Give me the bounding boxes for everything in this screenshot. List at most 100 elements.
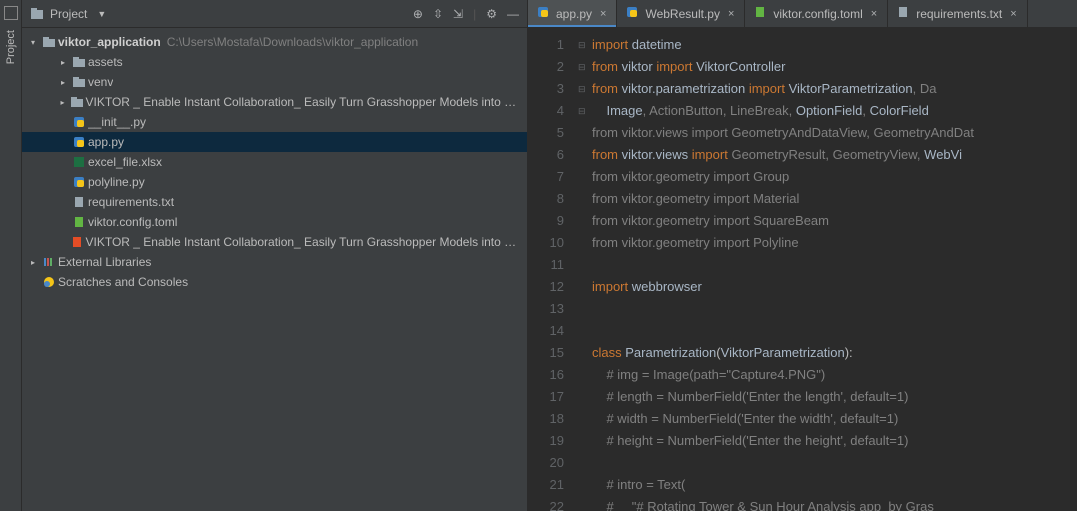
code-line[interactable]: from viktor import ViktorController	[592, 56, 1077, 78]
fold-marker[interactable]: ⊟	[578, 56, 592, 78]
line-number: 15	[528, 342, 564, 364]
divider: |	[473, 7, 476, 21]
project-tool-button[interactable]: Project	[5, 26, 17, 68]
tree-item[interactable]: ▸venv	[22, 72, 527, 92]
close-icon[interactable]: ×	[598, 8, 608, 20]
code-line[interactable]: from viktor.parametrization import Vikto…	[592, 78, 1077, 100]
code-line[interactable]: class Parametrization(ViktorParametrizat…	[592, 342, 1077, 364]
code-line[interactable]	[592, 298, 1077, 320]
editor-tab[interactable]: app.py×	[528, 0, 617, 27]
tab-label: viktor.config.toml	[773, 7, 862, 21]
code-line[interactable]: from viktor.geometry import SquareBeam	[592, 210, 1077, 232]
tree-item[interactable]: __init__.py	[22, 112, 527, 132]
editor-tab[interactable]: viktor.config.toml ×	[745, 0, 888, 27]
fold-marker[interactable]: ⊟	[578, 34, 592, 56]
project-view-label: Project	[50, 7, 87, 21]
close-icon[interactable]: ×	[726, 8, 736, 20]
code-content[interactable]: import datetimefrom viktor import Viktor…	[592, 28, 1077, 511]
line-number: 13	[528, 298, 564, 320]
tree-item[interactable]: viktor.config.toml	[22, 212, 527, 232]
tree-item[interactable]: VIKTOR _ Enable Instant Collaboration_ E…	[22, 232, 527, 252]
line-number: 17	[528, 386, 564, 408]
code-line[interactable]: from viktor.geometry import Group	[592, 166, 1077, 188]
tree-item[interactable]: Scratches and Consoles	[22, 272, 527, 292]
chevron-right-icon: ▸	[56, 78, 70, 87]
line-gutter: 12345678910111213141516171819202122	[528, 28, 578, 511]
code-line[interactable]: # "# Rotating Tower & Sun Hour Analysis …	[592, 496, 1077, 511]
line-number: 11	[528, 254, 564, 276]
collapse-all-icon[interactable]: ⇲	[453, 7, 463, 21]
line-number: 12	[528, 276, 564, 298]
expand-all-icon[interactable]: ⇳	[433, 7, 443, 21]
tree-item[interactable]: ▸ External Libraries	[22, 252, 527, 272]
py-icon	[70, 115, 88, 129]
code-line[interactable]: import webbrowser	[592, 276, 1077, 298]
line-number: 7	[528, 166, 564, 188]
tree-item-label: requirements.txt	[88, 195, 174, 209]
editor-tab[interactable]: WebResult.py×	[617, 0, 745, 27]
editor-tabs: app.py×WebResult.py×viktor.config.toml×r…	[528, 0, 1077, 28]
close-icon[interactable]: ×	[869, 8, 879, 20]
line-number: 18	[528, 408, 564, 430]
tool-window-rail: Project	[0, 0, 22, 511]
code-line[interactable]	[592, 452, 1077, 474]
tree-item-label: assets	[88, 55, 123, 69]
tree-item[interactable]: requirements.txt	[22, 192, 527, 212]
fold-marker[interactable]: ⊟	[578, 78, 592, 100]
gear-icon[interactable]: ⚙	[486, 7, 497, 21]
tree-item[interactable]: ▸assets	[22, 52, 527, 72]
toml-icon	[70, 215, 88, 229]
tree-item[interactable]: polyline.py	[22, 172, 527, 192]
hide-panel-icon[interactable]: —	[507, 7, 519, 21]
chevron-down-icon: ▾	[26, 38, 40, 47]
code-line[interactable]: from viktor.views import GeometryResult,…	[592, 144, 1077, 166]
py-icon	[70, 135, 88, 149]
chevron-right-icon: ▸	[26, 258, 40, 267]
code-line[interactable]: # height = NumberField('Enter the height…	[592, 430, 1077, 452]
project-view-selector[interactable]: Project ▼	[30, 7, 106, 21]
tree-item-label: External Libraries	[58, 255, 151, 269]
select-opened-file-icon[interactable]: ⊕	[413, 7, 423, 21]
fold-marker[interactable]: ⊟	[578, 100, 592, 122]
line-number: 1	[528, 34, 564, 56]
tree-root[interactable]: ▾viktor_applicationC:\Users\Mostafa\Down…	[22, 32, 527, 52]
code-line[interactable]	[592, 254, 1077, 276]
code-line[interactable]: # intro = Text(	[592, 474, 1077, 496]
line-number: 6	[528, 144, 564, 166]
code-line[interactable]	[592, 320, 1077, 342]
folder-icon	[70, 55, 88, 69]
line-number: 22	[528, 496, 564, 511]
line-number: 8	[528, 188, 564, 210]
tree-item-label: VIKTOR _ Enable Instant Collaboration_ E…	[85, 235, 527, 249]
tree-root-path: C:\Users\Mostafa\Downloads\viktor_applic…	[167, 35, 418, 49]
code-line[interactable]: import datetime	[592, 34, 1077, 56]
txt-icon	[70, 195, 88, 209]
chevron-down-icon: ▼	[97, 9, 106, 19]
folder-icon	[40, 35, 58, 49]
project-tree[interactable]: ▾viktor_applicationC:\Users\Mostafa\Down…	[22, 28, 527, 511]
code-editor[interactable]: 12345678910111213141516171819202122 ⊟⊟⊟⊟…	[528, 28, 1077, 511]
tree-item[interactable]: excel_file.xlsx	[22, 152, 527, 172]
py-icon	[625, 5, 639, 22]
tree-item[interactable]: ▸VIKTOR _ Enable Instant Collaboration_ …	[22, 92, 527, 112]
code-line[interactable]: # width = NumberField('Enter the width',…	[592, 408, 1077, 430]
line-number: 19	[528, 430, 564, 452]
code-line[interactable]: # length = NumberField('Enter the length…	[592, 386, 1077, 408]
tab-label: requirements.txt	[916, 7, 1002, 21]
toml-icon	[753, 5, 767, 22]
code-line[interactable]: from viktor.geometry import Polyline	[592, 232, 1077, 254]
code-line[interactable]: # img = Image(path="Capture4.PNG")	[592, 364, 1077, 386]
tree-item[interactable]: app.py	[22, 132, 527, 152]
line-number: 4	[528, 100, 564, 122]
code-line[interactable]: Image, ActionButton, LineBreak, OptionFi…	[592, 100, 1077, 122]
py-icon	[536, 5, 550, 22]
line-number: 5	[528, 122, 564, 144]
code-line[interactable]: from viktor.views import GeometryAndData…	[592, 122, 1077, 144]
html-icon	[69, 235, 86, 249]
project-icon	[30, 7, 44, 21]
fold-column: ⊟⊟⊟⊟	[578, 28, 592, 511]
editor-tab[interactable]: requirements.txt ×	[888, 0, 1027, 27]
tree-item-label: polyline.py	[88, 175, 145, 189]
close-icon[interactable]: ×	[1008, 8, 1018, 20]
code-line[interactable]: from viktor.geometry import Material	[592, 188, 1077, 210]
